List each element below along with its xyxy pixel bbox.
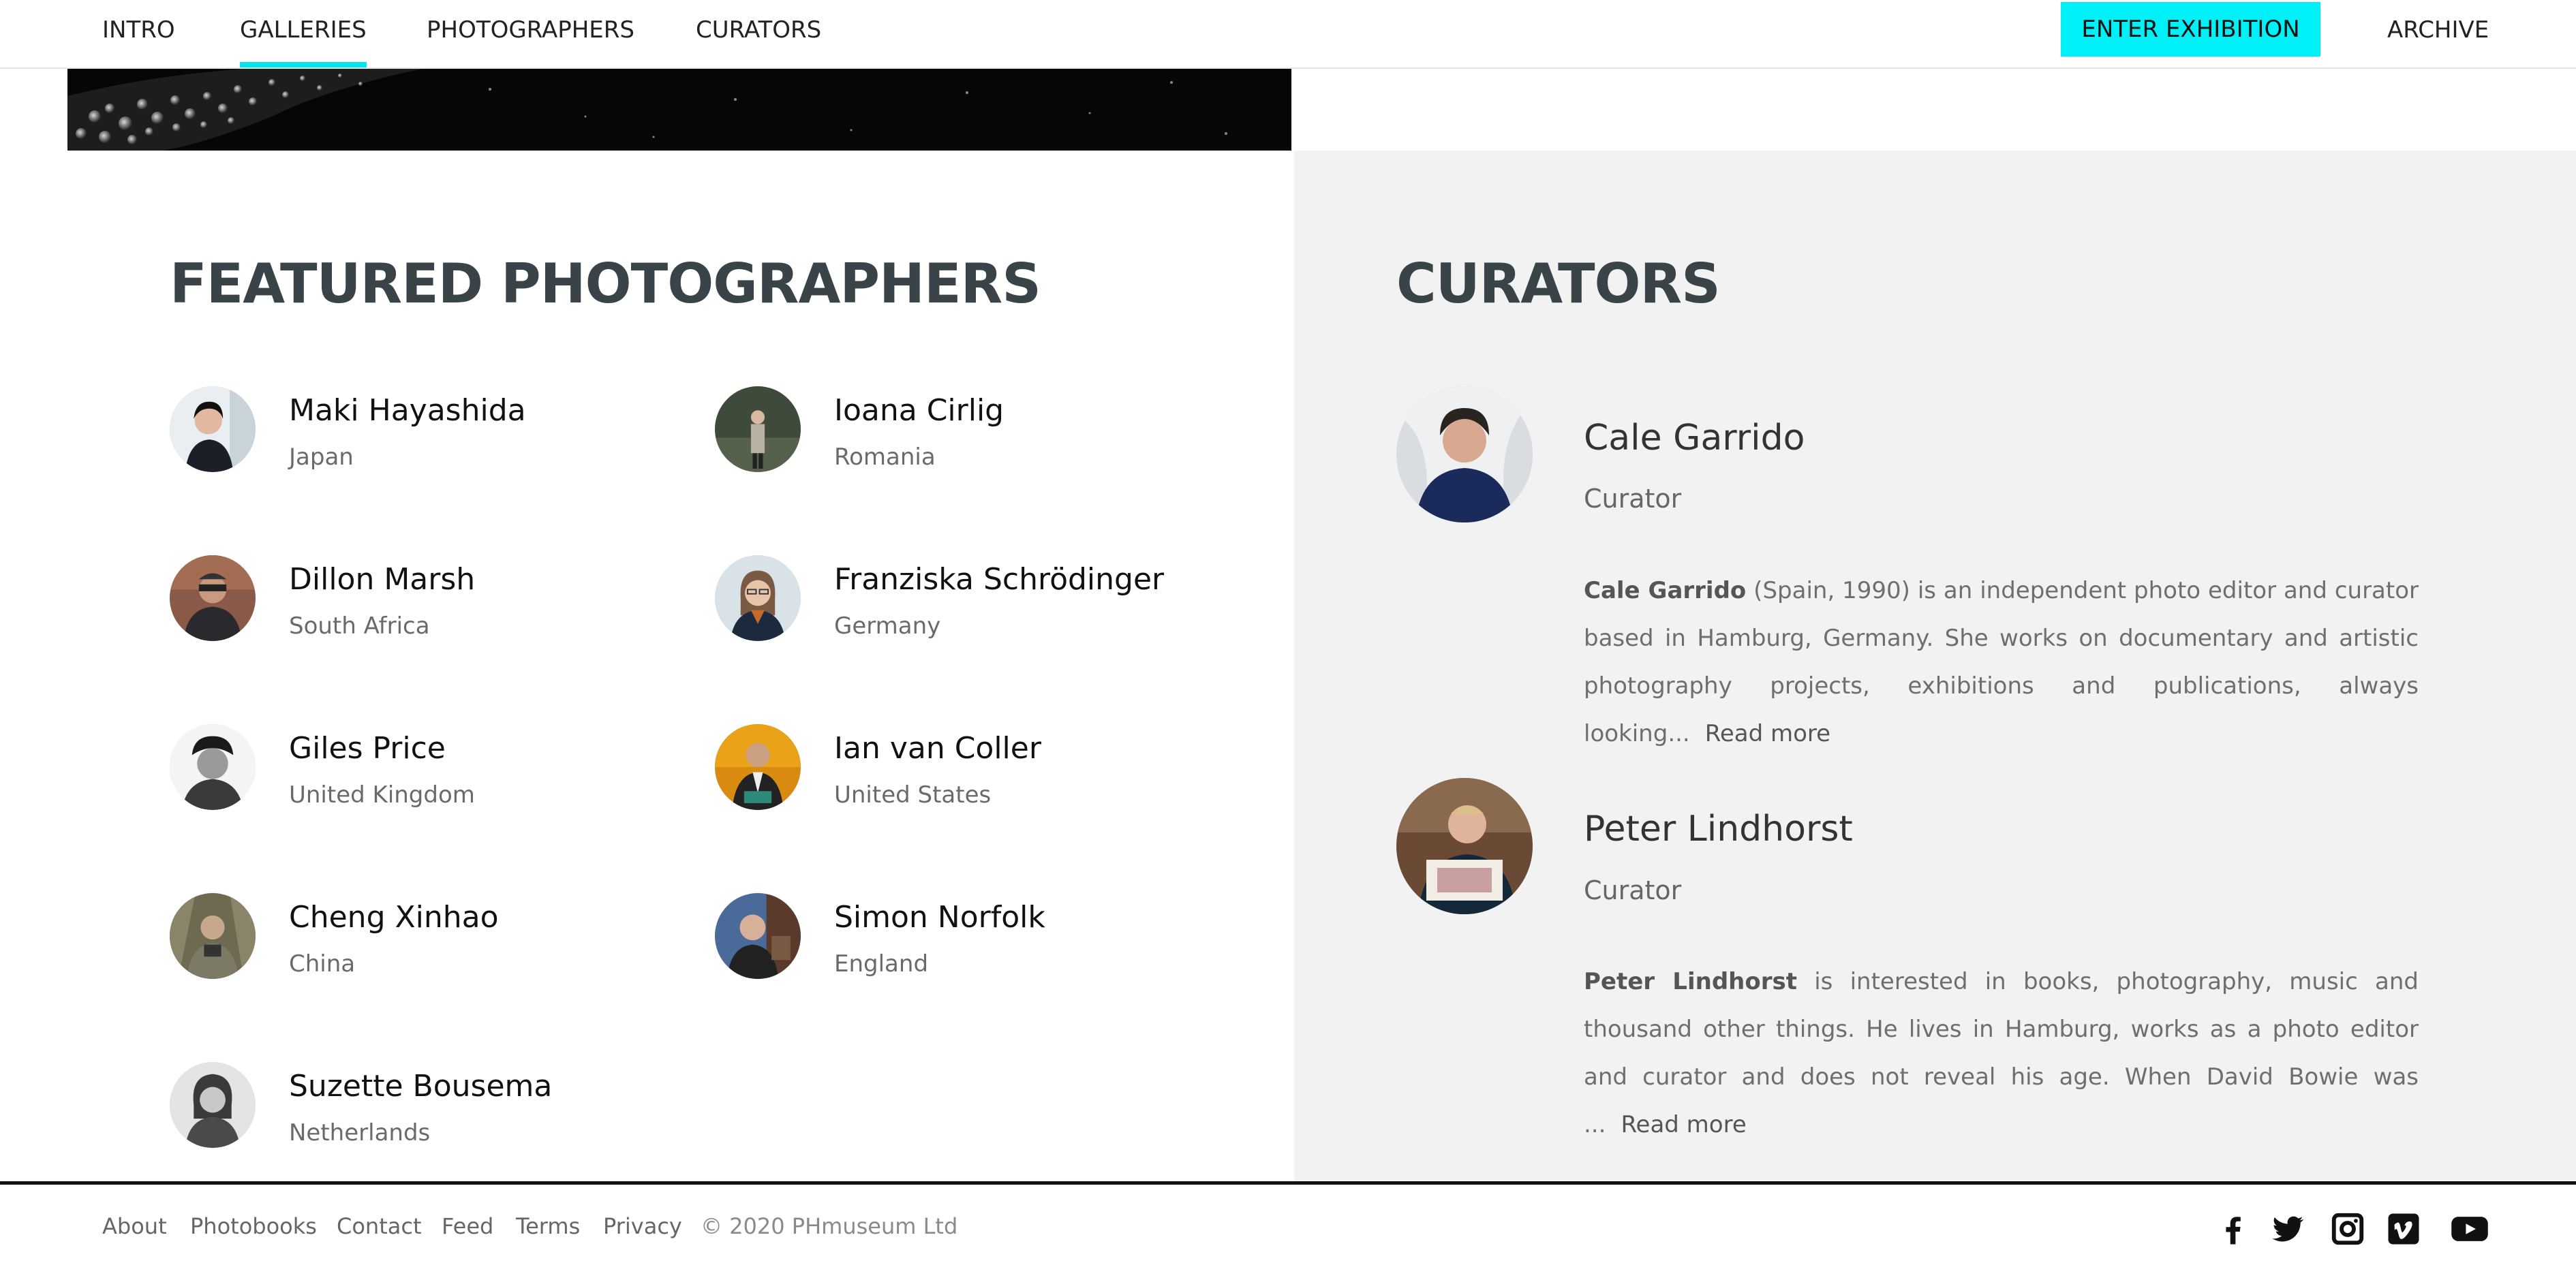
footer-link-photobooks[interactable]: Photobooks <box>190 1213 317 1239</box>
youtube-icon[interactable] <box>2450 1211 2489 1247</box>
photographer-avatar[interactable] <box>715 555 801 641</box>
photographer-country: Netherlands <box>289 1119 431 1147</box>
photographer-country: Germany <box>834 612 941 640</box>
footer-link-terms[interactable]: Terms <box>516 1213 580 1239</box>
footer-link-feed[interactable]: Feed <box>442 1213 493 1239</box>
photographer-name[interactable]: Ioana Cirlig <box>834 393 1004 428</box>
photographer-avatar[interactable] <box>170 555 256 641</box>
curator-role: Curator <box>1584 484 1682 514</box>
photographer-item[interactable]: Ioana Cirlig Romania <box>715 386 1233 482</box>
photographer-item[interactable]: Maki Hayashida Japan <box>170 386 688 482</box>
photographer-item[interactable]: Suzette Bousema Netherlands <box>170 1062 688 1157</box>
photographer-name[interactable]: Franziska Schrödinger <box>834 562 1164 597</box>
photographer-avatar[interactable] <box>715 724 801 810</box>
hero-image <box>67 69 1291 151</box>
photographer-country: England <box>834 950 929 978</box>
photographer-avatar[interactable] <box>170 893 256 979</box>
instagram-icon[interactable] <box>2329 1211 2366 1247</box>
nav-item-intro[interactable]: INTRO <box>102 0 175 67</box>
featured-photographers-title: FEATURED PHOTOGRAPHERS <box>170 252 1041 315</box>
photographer-name[interactable]: Maki Hayashida <box>289 393 526 428</box>
photographer-country: China <box>289 950 356 978</box>
photographer-name[interactable]: Ian van Coller <box>834 731 1041 766</box>
photographer-country: United States <box>834 781 992 809</box>
photographer-country: Japan <box>289 443 354 471</box>
curator-bio: Cale Garrido (Spain, 1990) is an indepen… <box>1584 567 2419 758</box>
footer-link-contact[interactable]: Contact <box>337 1213 422 1239</box>
curator-avatar[interactable] <box>1396 386 1533 523</box>
footer-link-privacy[interactable]: Privacy <box>603 1213 682 1239</box>
photographer-country: South Africa <box>289 612 430 640</box>
photographer-country: United Kingdom <box>289 781 475 809</box>
read-more-link[interactable]: Read more <box>1621 1111 1746 1138</box>
twitter-icon[interactable] <box>2269 1211 2306 1247</box>
nav-item-photographers[interactable]: PHOTOGRAPHERS <box>427 0 634 67</box>
photographer-name[interactable]: Giles Price <box>289 731 446 766</box>
photographer-item[interactable]: Franziska Schrödinger Germany <box>715 555 1233 651</box>
curator-name[interactable]: Cale Garrido <box>1584 418 1805 458</box>
footer-link-about[interactable]: About <box>102 1213 167 1239</box>
copyright: © 2020 PHmuseum Ltd <box>701 1213 958 1239</box>
footer: About Photobooks Contact Feed Terms Priv… <box>0 1181 2576 1263</box>
photographer-item[interactable]: Simon Norfolk England <box>715 893 1233 988</box>
curator-avatar[interactable] <box>1396 778 1533 914</box>
curator-role: Curator <box>1584 875 1682 905</box>
photographer-avatar[interactable] <box>170 386 256 472</box>
photographer-name[interactable]: Cheng Xinhao <box>289 900 499 935</box>
photographer-item[interactable]: Giles Price United Kingdom <box>170 724 688 820</box>
curator-bio-name: Peter Lindhorst <box>1584 968 1797 995</box>
photographer-avatar[interactable] <box>170 724 256 810</box>
nav-item-galleries[interactable]: GALLERIES <box>240 0 367 67</box>
vimeo-icon[interactable] <box>2385 1211 2422 1247</box>
top-navigation: INTRO GALLERIES PHOTOGRAPHERS CURATORS E… <box>0 0 2576 69</box>
photographer-avatar[interactable] <box>715 386 801 472</box>
enter-exhibition-button[interactable]: ENTER EXHIBITION <box>2061 2 2320 57</box>
photographer-name[interactable]: Suzette Bousema <box>289 1069 552 1104</box>
photographer-country: Romania <box>834 443 936 471</box>
curators-title: CURATORS <box>1396 252 1721 315</box>
photographer-item[interactable]: Ian van Coller United States <box>715 724 1233 820</box>
nav-item-archive[interactable]: ARCHIVE <box>2387 0 2489 67</box>
read-more-link[interactable]: Read more <box>1705 720 1830 747</box>
photographer-name[interactable]: Simon Norfolk <box>834 900 1045 935</box>
photographer-item[interactable]: Cheng Xinhao China <box>170 893 688 988</box>
facebook-icon[interactable] <box>2215 1211 2252 1247</box>
nav-item-curators[interactable]: CURATORS <box>696 0 821 67</box>
curator-name[interactable]: Peter Lindhorst <box>1584 809 1853 849</box>
photographer-name[interactable]: Dillon Marsh <box>289 562 475 597</box>
curator-bio-name: Cale Garrido <box>1584 577 1747 604</box>
photographer-avatar[interactable] <box>715 893 801 979</box>
photographer-item[interactable]: Dillon Marsh South Africa <box>170 555 688 651</box>
curator-bio: Peter Lindhorst is interested in books, … <box>1584 958 2419 1149</box>
photographer-avatar[interactable] <box>170 1062 256 1148</box>
